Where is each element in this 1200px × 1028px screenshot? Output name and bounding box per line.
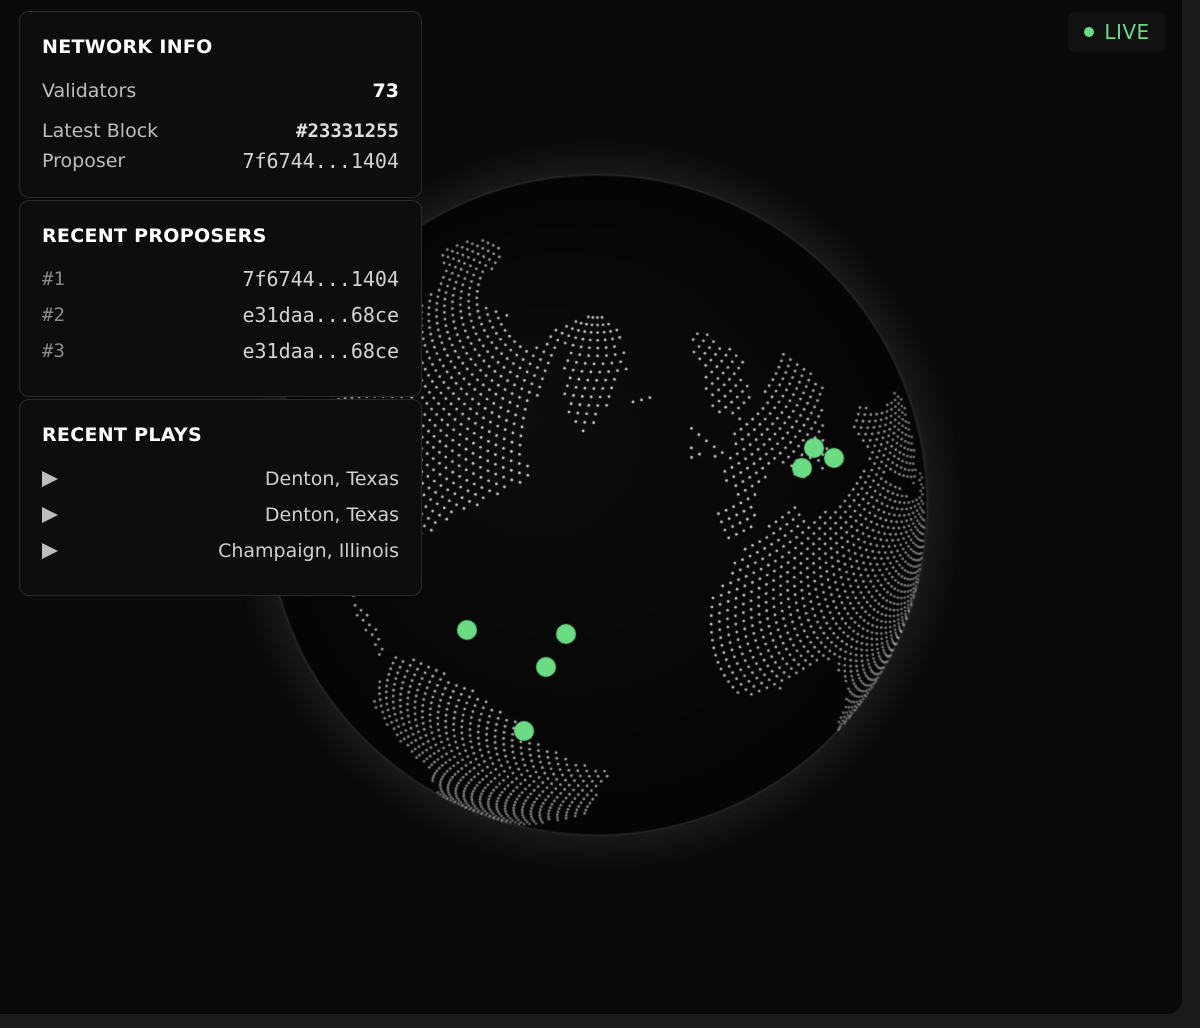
play-location: Denton, Texas [264,468,399,490]
proposer-address: 7f6744...1404 [242,149,399,173]
latest-block-row: Latest Block #23331255 [42,120,399,142]
proposer-rank: #1 [42,268,65,290]
play-icon[interactable] [42,507,58,523]
panel-title: RECENT PROPOSERS [42,225,267,247]
proposer-address: e31daa...68ce [242,303,399,327]
panel-title: RECENT PLAYS [42,424,202,446]
latest-block-value: #23331255 [296,120,399,142]
list-item: #2 e31daa...68ce [42,303,399,327]
proposer-rank: #3 [42,340,65,362]
latest-block-label: Latest Block [42,120,159,142]
validators-row: Validators 73 [42,80,399,102]
list-item: Denton, Texas [42,468,399,490]
live-indicator-icon [1084,27,1095,37]
network-info-panel: NETWORK INFO Validators 73 Latest Block … [19,11,422,198]
list-item: Denton, Texas [42,504,399,526]
map-stage: LIVE NETWORK INFO Validators 73 Latest B… [0,0,1182,1014]
panel-title: NETWORK INFO [42,36,213,58]
proposer-rank: #2 [42,304,65,326]
play-location: Denton, Texas [264,504,399,526]
proposer-row: Proposer 7f6744...1404 [42,149,399,173]
proposer-address: 7f6744...1404 [242,267,399,291]
proposer-address: e31daa...68ce [242,339,399,363]
list-item: Champaign, Illinois [42,540,399,562]
play-location: Champaign, Illinois [218,540,399,562]
proposer-label: Proposer [42,150,126,172]
recent-proposers-panel: RECENT PROPOSERS #1 7f6744...1404 #2 e31… [19,200,422,397]
recent-plays-panel: RECENT PLAYS Denton, Texas Denton, Texas… [19,399,422,596]
list-item: #1 7f6744...1404 [42,267,399,291]
play-icon[interactable] [42,471,58,487]
live-status-badge: LIVE [1068,12,1166,52]
validators-label: Validators [42,80,137,102]
list-item: #3 e31daa...68ce [42,339,399,363]
play-icon[interactable] [42,543,58,559]
validators-count: 73 [372,80,399,102]
live-label: LIVE [1104,20,1150,44]
